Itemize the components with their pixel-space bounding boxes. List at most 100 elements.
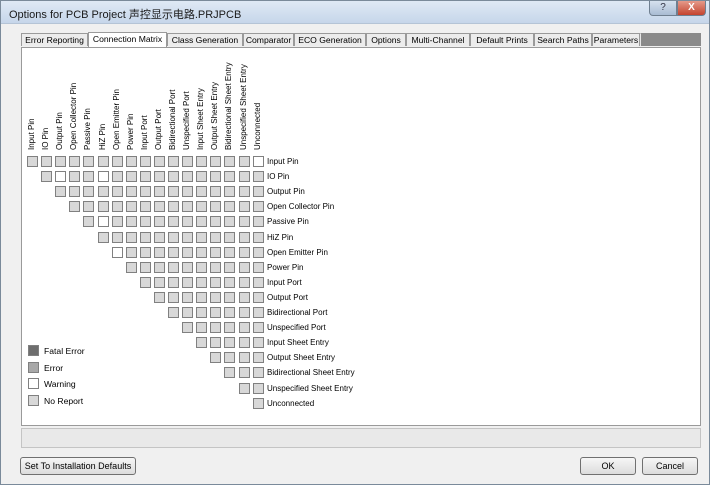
- tab-default-prints[interactable]: Default Prints: [470, 33, 534, 46]
- matrix-cell[interactable]: [252, 291, 264, 303]
- matrix-cell[interactable]: [182, 322, 194, 334]
- matrix-cell[interactable]: [125, 171, 137, 183]
- matrix-cell[interactable]: [97, 171, 109, 183]
- matrix-cell[interactable]: [182, 216, 194, 228]
- matrix-cell[interactable]: [168, 201, 179, 213]
- matrix-cell[interactable]: [168, 246, 179, 258]
- matrix-cell[interactable]: [196, 337, 208, 349]
- tab-search-paths[interactable]: Search Paths: [534, 33, 592, 46]
- matrix-cell[interactable]: [224, 231, 236, 243]
- matrix-cell[interactable]: [97, 201, 109, 213]
- matrix-cell[interactable]: [182, 276, 194, 288]
- matrix-cell[interactable]: [224, 352, 236, 364]
- matrix-cell[interactable]: [196, 231, 208, 243]
- close-button[interactable]: X: [677, 1, 706, 16]
- matrix-cell[interactable]: [182, 231, 194, 243]
- matrix-cell[interactable]: [252, 171, 264, 183]
- matrix-cell[interactable]: [69, 156, 81, 167]
- tab-options[interactable]: Options: [366, 33, 406, 46]
- matrix-cell[interactable]: [224, 186, 236, 198]
- matrix-cell[interactable]: [139, 231, 151, 243]
- matrix-cell[interactable]: [224, 367, 236, 379]
- matrix-cell[interactable]: [111, 171, 123, 183]
- matrix-cell[interactable]: [182, 156, 194, 167]
- matrix-cell[interactable]: [196, 307, 208, 318]
- matrix-cell[interactable]: [224, 171, 236, 183]
- matrix-cell[interactable]: [168, 307, 179, 318]
- tab-comparator[interactable]: Comparator: [243, 33, 294, 46]
- matrix-cell[interactable]: [238, 186, 250, 198]
- matrix-cell[interactable]: [111, 156, 123, 167]
- matrix-cell[interactable]: [182, 201, 194, 213]
- matrix-cell[interactable]: [125, 261, 137, 273]
- matrix-cell[interactable]: [210, 231, 222, 243]
- matrix-cell[interactable]: [182, 307, 194, 318]
- matrix-cell[interactable]: [252, 246, 264, 258]
- matrix-cell[interactable]: [238, 201, 250, 213]
- matrix-cell[interactable]: [153, 291, 165, 303]
- matrix-cell[interactable]: [125, 156, 137, 167]
- matrix-cell[interactable]: [153, 276, 165, 288]
- matrix-cell[interactable]: [238, 246, 250, 258]
- matrix-cell[interactable]: [252, 337, 264, 349]
- matrix-cell[interactable]: [238, 216, 250, 228]
- matrix-cell[interactable]: [125, 186, 137, 198]
- matrix-cell[interactable]: [139, 156, 151, 167]
- matrix-cell[interactable]: [210, 246, 222, 258]
- matrix-cell[interactable]: [210, 307, 222, 318]
- matrix-cell[interactable]: [111, 231, 123, 243]
- matrix-cell[interactable]: [168, 276, 179, 288]
- matrix-cell[interactable]: [139, 246, 151, 258]
- matrix-cell[interactable]: [252, 397, 264, 409]
- matrix-cell[interactable]: [252, 201, 264, 213]
- tab-parameters[interactable]: Parameters: [592, 33, 640, 46]
- matrix-cell[interactable]: [69, 171, 81, 183]
- matrix-cell[interactable]: [210, 216, 222, 228]
- matrix-cell[interactable]: [224, 307, 236, 318]
- matrix-cell[interactable]: [196, 291, 208, 303]
- matrix-cell[interactable]: [252, 307, 264, 318]
- matrix-cell[interactable]: [210, 156, 222, 167]
- matrix-cell[interactable]: [139, 276, 151, 288]
- matrix-cell[interactable]: [55, 156, 67, 167]
- matrix-cell[interactable]: [210, 291, 222, 303]
- tab-connection-matrix[interactable]: Connection Matrix: [88, 32, 167, 47]
- matrix-cell[interactable]: [210, 201, 222, 213]
- ok-button[interactable]: OK: [580, 457, 636, 475]
- matrix-cell[interactable]: [153, 231, 165, 243]
- matrix-cell[interactable]: [224, 216, 236, 228]
- tab-eco-generation[interactable]: ECO Generation: [294, 33, 366, 46]
- matrix-cell[interactable]: [83, 156, 95, 167]
- matrix-cell[interactable]: [111, 186, 123, 198]
- matrix-cell[interactable]: [153, 156, 165, 167]
- matrix-cell[interactable]: [182, 246, 194, 258]
- matrix-cell[interactable]: [224, 291, 236, 303]
- matrix-cell[interactable]: [252, 352, 264, 364]
- matrix-cell[interactable]: [196, 201, 208, 213]
- matrix-cell[interactable]: [111, 201, 123, 213]
- matrix-cell[interactable]: [238, 291, 250, 303]
- matrix-cell[interactable]: [168, 261, 179, 273]
- matrix-cell[interactable]: [83, 201, 95, 213]
- matrix-cell[interactable]: [238, 231, 250, 243]
- matrix-cell[interactable]: [224, 337, 236, 349]
- matrix-cell[interactable]: [153, 201, 165, 213]
- matrix-cell[interactable]: [83, 171, 95, 183]
- matrix-cell[interactable]: [196, 216, 208, 228]
- matrix-cell[interactable]: [168, 291, 179, 303]
- matrix-cell[interactable]: [252, 276, 264, 288]
- matrix-cell[interactable]: [125, 246, 137, 258]
- matrix-cell[interactable]: [224, 261, 236, 273]
- matrix-cell[interactable]: [252, 156, 264, 167]
- matrix-cell[interactable]: [111, 246, 123, 258]
- matrix-cell[interactable]: [97, 186, 109, 198]
- matrix-cell[interactable]: [125, 201, 137, 213]
- matrix-cell[interactable]: [238, 276, 250, 288]
- matrix-cell[interactable]: [196, 261, 208, 273]
- matrix-cell[interactable]: [238, 171, 250, 183]
- matrix-cell[interactable]: [125, 231, 137, 243]
- matrix-cell[interactable]: [252, 367, 264, 379]
- matrix-cell[interactable]: [168, 216, 179, 228]
- matrix-cell[interactable]: [97, 156, 109, 167]
- matrix-cell[interactable]: [224, 246, 236, 258]
